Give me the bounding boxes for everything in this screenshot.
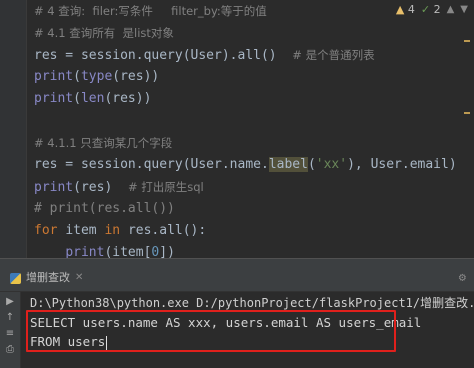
rerun-icon[interactable]: ▶ — [3, 296, 17, 308]
code-token: # 是个普通列表 — [292, 48, 375, 62]
code-token: ), User.email) — [347, 157, 457, 172]
print-icon[interactable]: ⎙ — [3, 344, 17, 356]
code-token: # print(res.all()) — [34, 201, 175, 216]
wrap-icon[interactable]: ≡ — [3, 328, 17, 340]
code-token: ( — [73, 91, 81, 106]
code-line[interactable]: res = session.query(User.name.label('xx'… — [34, 154, 457, 176]
code-line[interactable]: # 4.1.1 只查询某几个字段 — [34, 132, 172, 154]
code-token: (res)) — [112, 69, 160, 84]
code-line[interactable]: for item in res.all(): — [34, 220, 206, 242]
code-line[interactable]: # 4.1 查询所有 是list对象 — [34, 22, 174, 44]
code-token: print — [34, 180, 74, 195]
chevron-down-icon[interactable]: ▼ — [460, 2, 468, 18]
python-file-icon — [10, 272, 21, 284]
warning-icon: ▲ — [395, 3, 405, 16]
chevron-up-icon[interactable]: ▲ — [447, 2, 455, 18]
code-token: len — [80, 91, 105, 106]
code-token: res.all(): — [127, 223, 207, 238]
code-token: res = session.query(User.name. — [34, 157, 269, 172]
code-editor[interactable]: ▲ 4 ✓ 2 ▲ ▼ # 4 查询: filer:写条件 filter_by:… — [0, 0, 474, 260]
warning-count[interactable]: ▲ 4 — [396, 2, 415, 18]
code-line[interactable]: # print(res.all()) — [34, 198, 175, 220]
scroll-marker[interactable] — [464, 40, 470, 42]
typo-icon: ✓ — [420, 3, 431, 16]
run-tab[interactable]: 增删查改 ✕ — [10, 270, 83, 286]
code-token: label — [268, 157, 308, 172]
code-token: # 打出原生sql — [127, 180, 204, 194]
run-toolbar: ▶ ↑ ≡ ⎙ — [0, 292, 21, 368]
code-token: (res) — [73, 180, 128, 195]
scroll-up-icon[interactable]: ↑ — [3, 312, 17, 324]
code-token: for — [34, 223, 66, 238]
code-line[interactable]: # 4 查询: filer:写条件 filter_by:等于的值 — [34, 0, 267, 22]
code-token: res = session.query(User).all() — [34, 48, 293, 63]
inspection-widget[interactable]: ▲ 4 ✓ 2 ▲ ▼ — [396, 2, 468, 18]
code-token: print — [34, 91, 74, 106]
typo-count[interactable]: ✓ 2 — [421, 2, 441, 18]
code-token: ( — [307, 157, 316, 172]
code-token: item — [65, 223, 105, 238]
code-token: # 4.1.1 只查询某几个字段 — [34, 136, 173, 150]
code-line[interactable]: print(type(res)) — [34, 66, 159, 88]
code-token: in — [104, 223, 128, 238]
highlight-box — [26, 310, 396, 352]
close-icon[interactable]: ✕ — [75, 270, 83, 286]
code-line[interactable]: res = session.query(User).all() # 是个普通列表 — [34, 44, 375, 66]
gear-icon[interactable]: ⚙ — [459, 270, 466, 284]
code-token: type — [80, 69, 113, 84]
code-token: print — [34, 69, 74, 84]
code-token: ( — [73, 69, 81, 84]
scroll-marker[interactable] — [464, 112, 470, 114]
run-panel-header: 增删查改 ✕ ⚙ — [0, 265, 474, 292]
panel-divider[interactable] — [0, 258, 474, 265]
code-token: # 4.1 查询所有 是list对象 — [34, 26, 174, 40]
run-tab-label: 增删查改 — [26, 271, 70, 284]
editor-gutter — [0, 0, 27, 258]
code-token: (res)) — [104, 91, 152, 106]
code-token: 'xx' — [315, 157, 348, 172]
code-line[interactable]: print(len(res)) — [34, 88, 151, 110]
code-line[interactable]: print(res) # 打出原生sql — [34, 176, 204, 198]
code-token: # 4 查询: filer:写条件 filter_by:等于的值 — [34, 4, 267, 18]
